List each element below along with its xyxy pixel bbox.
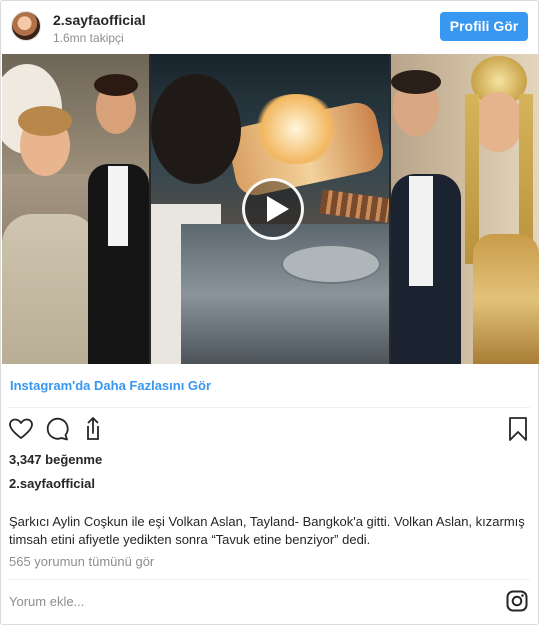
view-profile-button[interactable]: Profili Gör [440, 12, 528, 41]
like-count[interactable]: 3,347 beğenme [9, 452, 102, 467]
instagram-icon[interactable] [506, 590, 528, 612]
share-icon[interactable] [80, 416, 106, 442]
video-frame-left [2, 54, 149, 364]
heart-icon[interactable] [8, 416, 34, 442]
avatar[interactable] [11, 11, 41, 41]
caption-username[interactable]: 2.sayfaofficial [9, 476, 95, 491]
bookmark-icon[interactable] [505, 416, 531, 442]
follower-count: 1.6mn takipçi [53, 31, 124, 45]
comment-icon[interactable] [44, 416, 70, 442]
post-caption: Şarkıcı Aylin Coşkun ile eşi Volkan Asla… [9, 514, 525, 547]
divider [9, 407, 530, 408]
view-more-on-instagram-link[interactable]: Instagram'da Daha Fazlasını Gör [10, 378, 211, 393]
divider [9, 579, 530, 580]
post-header: 2.sayfaofficial 1.6mn takipçi Profili Gö… [1, 1, 538, 53]
play-icon[interactable] [242, 178, 304, 240]
video-frame-right [391, 54, 539, 364]
username[interactable]: 2.sayfaofficial [53, 12, 146, 28]
view-all-comments-link[interactable]: 565 yorumun tümünü gör [9, 554, 154, 569]
instagram-embed-card: 2.sayfaofficial 1.6mn takipçi Profili Gö… [0, 0, 539, 625]
add-comment-input[interactable] [9, 590, 479, 612]
post-video[interactable] [2, 54, 539, 364]
